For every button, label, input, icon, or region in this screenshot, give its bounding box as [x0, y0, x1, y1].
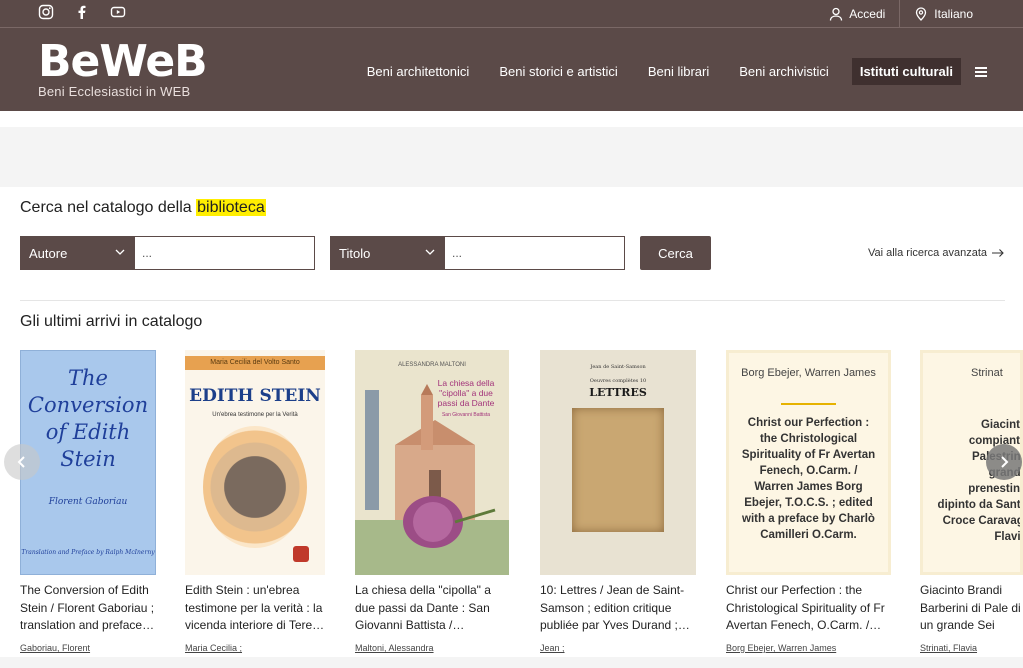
chevron-right-icon: [1001, 456, 1009, 468]
cover-author: Borg Ebejer, Warren James: [741, 367, 876, 379]
cover-divider: [781, 403, 836, 405]
portrait-image: [203, 426, 307, 548]
book-cover[interactable]: Maria Cecilia del Volto Santo EDITH STEI…: [185, 350, 325, 575]
title-field-select[interactable]: Titolo: [330, 236, 444, 270]
cover-title-line: of Edith: [45, 420, 131, 444]
grey-band: [0, 127, 1023, 187]
nav-beni-librari[interactable]: Beni librari: [633, 58, 724, 85]
author-input-placeholder: ...: [142, 246, 153, 260]
advanced-search-label: Vai alla ricerca avanzata: [867, 247, 987, 259]
book-cover[interactable]: ALESSANDRA MALTONI La chiesa della "cipo…: [355, 350, 509, 575]
cover-footer: Translation and Preface by Ralph McInern…: [21, 549, 155, 556]
book-title[interactable]: Christ our Perfection : the Christologic…: [726, 582, 891, 634]
top-bar: Accedi Italiano: [0, 0, 1023, 28]
search-heading: Cerca nel catalogo della biblioteca: [20, 199, 266, 217]
author-select-label: Autore: [29, 245, 68, 261]
book-title[interactable]: Edith Stein : un'ebrea testimone per la …: [185, 582, 327, 634]
cover-author: Jean de Saint-Samson: [590, 364, 646, 370]
church-illustration: [355, 384, 509, 575]
book-author-link[interactable]: Borg Ebejer, Warren James: [726, 643, 836, 653]
book-author-link[interactable]: Maltoni, Alessandra: [355, 643, 434, 653]
nav-beni-archivistici[interactable]: Beni archivistici: [724, 58, 844, 85]
cover-text: Christ our Perfection : the Christologic…: [741, 417, 876, 541]
book-cover[interactable]: Jean de Saint-Samson Oeuvres complètes 1…: [540, 350, 696, 575]
author-search-input[interactable]: ...: [134, 236, 315, 270]
social-links: [38, 4, 128, 22]
cover-title: EDITH STEIN: [189, 386, 321, 406]
cover-title-line: The: [68, 366, 108, 390]
cover-title-line: Stein: [60, 447, 116, 471]
nav-beni-architettonici[interactable]: Beni architettonici: [352, 58, 485, 85]
user-icon: [830, 7, 843, 21]
manuscript-image: [572, 408, 664, 532]
book-card[interactable]: Strinat Giacinto compianto Palestrina gr…: [920, 350, 1023, 655]
instagram-icon[interactable]: [38, 4, 56, 22]
carousel-next-button[interactable]: [986, 444, 1022, 480]
location-pin-icon: [916, 7, 927, 21]
nav-istituti-culturali[interactable]: Istituti culturali: [851, 58, 961, 85]
chevron-left-icon: [17, 456, 25, 468]
top-right-menu: Accedi Italiano: [815, 0, 987, 28]
arrow-right-icon: [992, 249, 1004, 257]
book-title[interactable]: The Conversion of Edith Stein / Florent …: [20, 582, 157, 634]
title-select-label: Titolo: [339, 245, 371, 261]
title-input-placeholder: ...: [452, 246, 463, 260]
section-divider: [20, 300, 1005, 301]
logo-subtitle: Beni Ecclesiastici in WEB: [38, 84, 191, 99]
title-search-input[interactable]: ...: [444, 236, 625, 270]
carousel-prev-button[interactable]: [4, 444, 40, 480]
language-label: Italiano: [934, 7, 973, 21]
latest-arrivals-heading: Gli ultimi arrivi in catalogo: [20, 313, 203, 330]
login-label: Accedi: [849, 7, 886, 21]
search-button[interactable]: Cerca: [640, 236, 711, 270]
book-title[interactable]: 10: Lettres / Jean de Saint-Samson ; edi…: [540, 582, 690, 634]
chevron-down-icon: [425, 249, 435, 255]
book-author-link[interactable]: Jean ;: [540, 643, 565, 653]
chevron-down-icon: [115, 249, 125, 255]
catalog-section: Cerca nel catalogo della biblioteca Auto…: [0, 187, 1023, 657]
language-selector[interactable]: Italiano: [900, 0, 987, 28]
advanced-search-link[interactable]: Vai alla ricerca avanzata: [868, 247, 1005, 259]
login-link[interactable]: Accedi: [815, 0, 899, 28]
main-nav: Beni architettonici Beni storici e artis…: [352, 58, 987, 85]
main-header: BeWeB Beni Ecclesiastici in WEB Beni arc…: [0, 28, 1023, 111]
book-author-link[interactable]: Maria Cecilia ;: [185, 643, 242, 653]
book-author-link[interactable]: Strinati, Flavia: [920, 643, 977, 653]
cover-title: LETTRES: [589, 386, 647, 399]
site-logo[interactable]: BeWeB Beni Ecclesiastici in WEB: [38, 36, 208, 100]
nav-beni-storici-artistici[interactable]: Beni storici e artistici: [484, 58, 632, 85]
book-cover[interactable]: The Conversion of Edith Stein Florent Ga…: [20, 350, 156, 575]
footer-band: [0, 657, 1023, 668]
cover-author: Strinat: [971, 367, 1003, 379]
logo-wordmark: BeWeB: [38, 36, 208, 87]
youtube-icon[interactable]: [110, 4, 128, 22]
cover-author: Florent Gaboriau: [48, 497, 128, 507]
search-heading-text: Cerca nel catalogo della: [20, 199, 197, 216]
cover-text: Giacinto compianto Palestrina grande pre…: [937, 419, 1023, 543]
publisher-logo: [293, 546, 309, 562]
book-cover[interactable]: Borg Ebejer, Warren James Christ our Per…: [726, 350, 891, 575]
cover-title-line: Conversion: [27, 393, 149, 417]
book-title[interactable]: La chiesa della "cipolla" a due passi da…: [355, 582, 500, 634]
search-heading-highlight: biblioteca: [196, 199, 266, 216]
book-title[interactable]: Giacinto Brandi Barberini di Pale di un …: [920, 582, 1023, 634]
cover-subtitle: Un'ebrea testimone per la Verità: [212, 412, 298, 418]
facebook-icon[interactable]: [74, 4, 92, 22]
hamburger-menu-icon[interactable]: [975, 65, 987, 79]
cover-subtitle: Oeuvres complètes 10: [589, 378, 647, 384]
header-spacer: [0, 111, 1023, 127]
book-author-link[interactable]: Gaboriau, Florent: [20, 643, 90, 653]
cover-author: Maria Cecilia del Volto Santo: [185, 356, 325, 370]
author-field-select[interactable]: Autore: [20, 236, 134, 270]
